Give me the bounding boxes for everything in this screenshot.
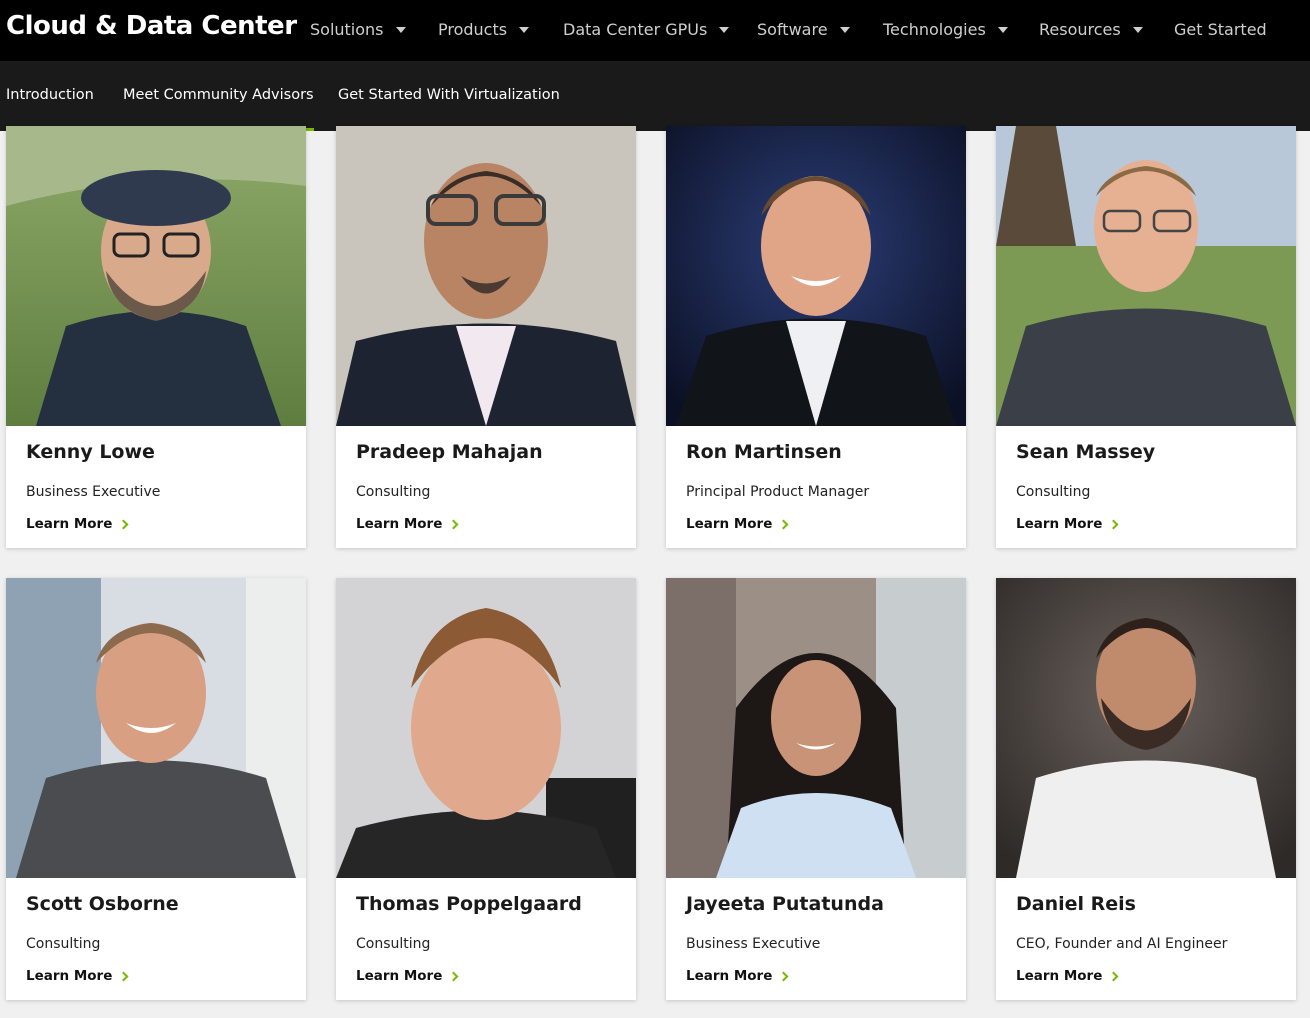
nav-label: Resources <box>1039 20 1121 39</box>
advisor-photo <box>6 578 306 878</box>
advisor-name: Sean Massey <box>1016 441 1156 463</box>
learn-more-link[interactable]: Learn More <box>686 516 789 532</box>
nav-label: Technologies <box>883 20 986 39</box>
nav-get-started[interactable]: Get Started <box>1174 20 1267 39</box>
advisor-name: Jayeeta Putatunda <box>686 893 884 915</box>
advisor-photo <box>666 578 966 878</box>
advisor-role: Business Executive <box>686 936 821 952</box>
advisor-role: Consulting <box>1016 484 1091 500</box>
link-label: Learn More <box>686 968 773 984</box>
advisor-photo <box>996 126 1296 426</box>
top-navigation: Cloud & Data Center Solutions Products D… <box>0 0 1310 61</box>
nav-label: Software <box>757 20 828 39</box>
advisor-role: Consulting <box>356 484 431 500</box>
chevron-right-icon <box>778 519 789 529</box>
link-label: Learn More <box>686 516 773 532</box>
advisor-role: Consulting <box>26 936 101 952</box>
caret-down-icon <box>1132 26 1143 33</box>
chevron-right-icon <box>1108 519 1119 529</box>
advisor-name: Kenny Lowe <box>26 441 155 463</box>
advisor-card-kenny-lowe: Kenny Lowe Business Executive Learn More <box>6 126 306 548</box>
link-label: Learn More <box>1016 516 1103 532</box>
advisor-photo <box>336 578 636 878</box>
nav-software[interactable]: Software <box>757 20 850 39</box>
advisor-name: Ron Martinsen <box>686 441 842 463</box>
learn-more-link[interactable]: Learn More <box>356 516 459 532</box>
advisor-role: Principal Product Manager <box>686 484 870 500</box>
advisor-card-thomas-poppelgaard: Thomas Poppelgaard Consulting Learn More <box>336 578 636 1000</box>
advisor-name: Daniel Reis <box>1016 893 1136 915</box>
advisor-photo <box>336 126 636 426</box>
nav-resources[interactable]: Resources <box>1039 20 1143 39</box>
advisor-card-ron-martinsen: Ron Martinsen Principal Product Manager … <box>666 126 966 548</box>
nav-label: Products <box>438 20 508 39</box>
link-label: Learn More <box>26 516 113 532</box>
advisor-name: Thomas Poppelgaard <box>356 893 582 915</box>
nav-data-center-gpus[interactable]: Data Center GPUs <box>563 20 730 39</box>
caret-down-icon <box>395 26 406 33</box>
advisor-photo <box>996 578 1296 878</box>
learn-more-link[interactable]: Learn More <box>1016 968 1119 984</box>
link-label: Learn More <box>356 516 443 532</box>
advisor-card-daniel-reis: Daniel Reis CEO, Founder and AI Engineer… <box>996 578 1296 1000</box>
chevron-right-icon <box>118 519 129 529</box>
caret-down-icon <box>519 26 530 33</box>
nav-label: Solutions <box>310 20 384 39</box>
caret-down-icon <box>839 26 850 33</box>
nav-products[interactable]: Products <box>438 20 530 39</box>
advisor-card-pradeep-mahajan: Pradeep Mahajan Consulting Learn More <box>336 126 636 548</box>
advisor-name: Scott Osborne <box>26 893 179 915</box>
learn-more-link[interactable]: Learn More <box>1016 516 1119 532</box>
learn-more-link[interactable]: Learn More <box>686 968 789 984</box>
link-label: Learn More <box>356 968 443 984</box>
tab-get-started-with-virtualization[interactable]: Get Started With Virtualization <box>338 87 560 131</box>
chevron-right-icon <box>448 519 459 529</box>
nav-solutions[interactable]: Solutions <box>310 20 406 39</box>
chevron-right-icon <box>448 971 459 981</box>
advisor-card-jayeeta-putatunda: Jayeeta Putatunda Business Executive Lea… <box>666 578 966 1000</box>
chevron-right-icon <box>1108 971 1119 981</box>
advisor-card-sean-massey: Sean Massey Consulting Learn More <box>996 126 1296 548</box>
link-label: Learn More <box>1016 968 1103 984</box>
learn-more-link[interactable]: Learn More <box>356 968 459 984</box>
nav-technologies[interactable]: Technologies <box>883 20 1008 39</box>
chevron-right-icon <box>118 971 129 981</box>
link-label: Learn More <box>26 968 113 984</box>
advisor-role: CEO, Founder and AI Engineer <box>1016 936 1228 952</box>
caret-down-icon <box>719 26 730 33</box>
advisor-role: Business Executive <box>26 484 161 500</box>
advisor-card-scott-osborne: Scott Osborne Consulting Learn More <box>6 578 306 1000</box>
caret-down-icon <box>997 26 1008 33</box>
chevron-right-icon <box>778 971 789 981</box>
tab-introduction[interactable]: Introduction <box>6 87 94 131</box>
sub-navigation: Introduction Meet Community Advisors Get… <box>0 61 1310 131</box>
advisor-name: Pradeep Mahajan <box>356 441 543 463</box>
nav-label: Data Center GPUs <box>563 20 708 39</box>
advisor-photo <box>6 126 306 426</box>
advisor-role: Consulting <box>356 936 431 952</box>
advisor-photo <box>666 126 966 426</box>
learn-more-link[interactable]: Learn More <box>26 968 129 984</box>
learn-more-link[interactable]: Learn More <box>26 516 129 532</box>
brand-title[interactable]: Cloud & Data Center <box>6 11 297 41</box>
tab-meet-community-advisors[interactable]: Meet Community Advisors <box>123 87 314 131</box>
nav-label: Get Started <box>1174 20 1267 39</box>
